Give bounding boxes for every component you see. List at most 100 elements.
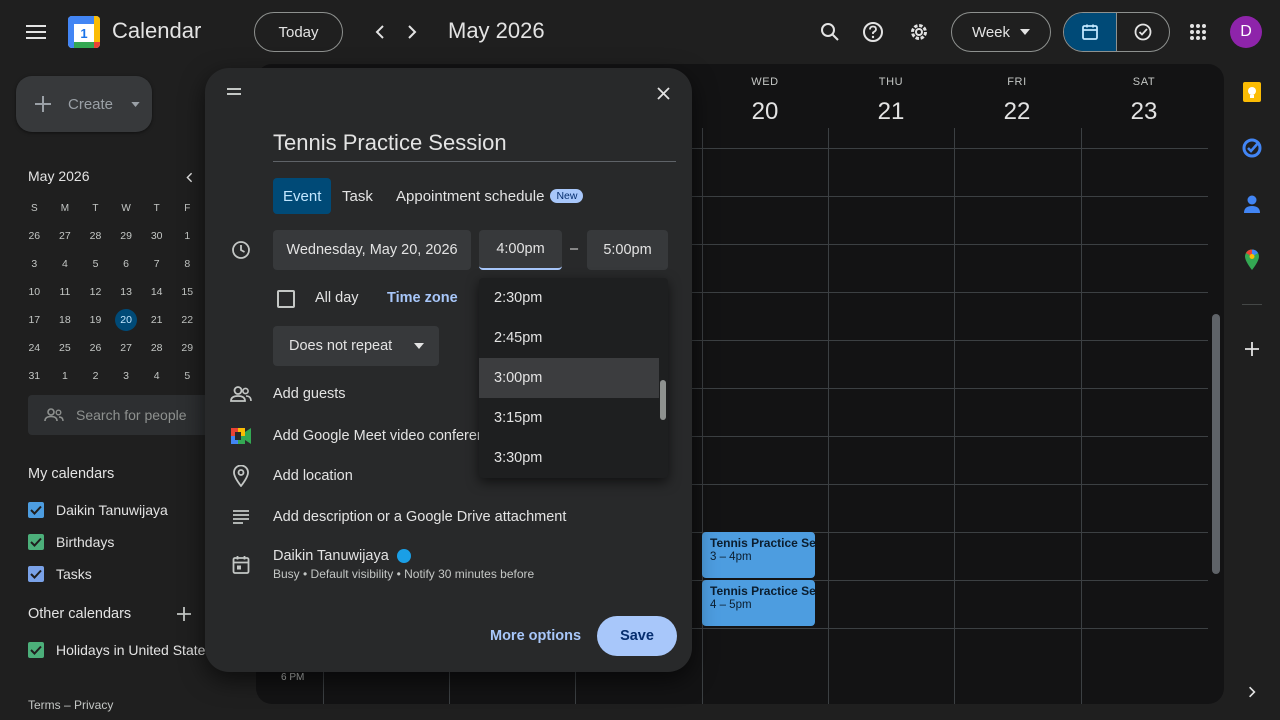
search-people-input[interactable]: Search for people <box>28 395 218 435</box>
mini-calendar-day[interactable]: 24 <box>19 334 50 362</box>
calendar-checkbox[interactable] <box>28 502 44 518</box>
calendar-list-item[interactable]: Birthdays <box>28 534 114 550</box>
tasks-view-toggle[interactable] <box>1116 13 1169 51</box>
mini-calendar-day[interactable]: 1 <box>172 222 203 250</box>
event-title-input[interactable]: Tennis Practice Session <box>273 130 676 162</box>
mini-calendar-day[interactable]: 29 <box>111 222 142 250</box>
mini-calendar-day[interactable]: 13 <box>111 278 142 306</box>
event-chip[interactable]: Tennis Practice Se 4 – 5pm <box>702 580 815 626</box>
day-column-header[interactable]: THU 21 <box>828 76 954 126</box>
calendar-checkbox[interactable] <box>28 534 44 550</box>
contacts-button[interactable] <box>1240 192 1264 216</box>
mini-calendar-day[interactable]: 7 <box>141 250 172 278</box>
time-option[interactable]: 3:00pm <box>479 358 659 398</box>
more-options-button[interactable]: More options <box>490 628 581 644</box>
mini-calendar-day[interactable]: 4 <box>141 362 172 390</box>
mini-calendar-day[interactable]: 14 <box>141 278 172 306</box>
mini-calendar-day[interactable]: 1 <box>50 362 81 390</box>
calendar-owner-selector[interactable]: Daikin Tanuwijaya Busy • Default visibil… <box>273 548 534 581</box>
add-location-button[interactable]: Add location <box>273 468 353 484</box>
google-apps-button[interactable] <box>1182 16 1214 48</box>
mini-calendar-day[interactable]: 3 <box>19 250 50 278</box>
tab-task[interactable]: Task <box>332 178 383 214</box>
day-column-header[interactable]: FRI 22 <box>954 76 1080 126</box>
search-button[interactable] <box>814 16 846 48</box>
expand-side-panel-button[interactable] <box>1240 680 1264 704</box>
calendar-checkbox[interactable] <box>28 642 44 658</box>
mini-calendar-day[interactable]: 10 <box>19 278 50 306</box>
week-scrollbar[interactable] <box>1212 314 1220 574</box>
calendar-list-item[interactable]: Tasks <box>28 566 92 582</box>
terms-privacy-links[interactable]: Terms – Privacy <box>28 698 113 712</box>
event-date-field[interactable]: Wednesday, May 20, 2026 <box>273 230 471 270</box>
add-google-meet-button[interactable]: Add Google Meet video conferencing <box>273 428 479 444</box>
add-other-calendar-button[interactable] <box>172 602 196 626</box>
start-time-dropdown[interactable]: 2:30pm 2:45pm 3:00pm 3:15pm 3:30pm <box>479 278 668 478</box>
day-column-header[interactable]: WED 20 <box>702 76 828 126</box>
calendar-list-item[interactable]: Holidays in United States <box>28 642 212 658</box>
view-selector[interactable]: Week <box>951 12 1051 52</box>
tab-event[interactable]: Event <box>273 178 332 214</box>
mini-calendar-day[interactable]: 6 <box>111 250 142 278</box>
mini-calendar-day[interactable]: 28 <box>141 334 172 362</box>
my-calendars-heading[interactable]: My calendars <box>28 466 114 482</box>
tasks-button[interactable] <box>1240 136 1264 160</box>
mini-calendar-day[interactable]: 5 <box>80 250 111 278</box>
mini-calendar-day[interactable]: 2 <box>80 362 111 390</box>
main-menu-button[interactable] <box>16 12 56 52</box>
time-option[interactable]: 2:45pm <box>479 318 659 358</box>
maps-button[interactable] <box>1240 248 1264 272</box>
calendar-tasks-toggle[interactable] <box>1063 12 1170 52</box>
mini-calendar-day[interactable]: 15 <box>172 278 203 306</box>
mini-calendar-day[interactable]: 29 <box>172 334 203 362</box>
mini-calendar-day[interactable]: 5 <box>172 362 203 390</box>
get-addons-button[interactable] <box>1240 337 1264 361</box>
mini-calendar-day[interactable]: 27 <box>50 222 81 250</box>
help-button[interactable] <box>857 16 889 48</box>
save-button[interactable]: Save <box>597 616 677 656</box>
mini-calendar-day[interactable]: 20 <box>115 309 138 331</box>
previous-week-button[interactable] <box>364 16 396 48</box>
mini-calendar-day[interactable]: 26 <box>80 334 111 362</box>
event-chip[interactable]: Tennis Practice Se 3 – 4pm <box>702 532 815 578</box>
start-time-field[interactable]: 4:00pm <box>479 230 562 270</box>
mini-calendar-day[interactable]: 27 <box>111 334 142 362</box>
mini-calendar-day[interactable]: 19 <box>80 306 111 334</box>
dropdown-scrollbar[interactable] <box>660 380 666 420</box>
mini-calendar-day[interactable]: 4 <box>50 250 81 278</box>
time-zone-button[interactable]: Time zone <box>387 290 458 306</box>
mini-calendar-day[interactable]: 25 <box>50 334 81 362</box>
mini-calendar-day[interactable]: 11 <box>50 278 81 306</box>
mini-calendar-day[interactable]: 26 <box>19 222 50 250</box>
mini-calendar-day[interactable]: 3 <box>111 362 142 390</box>
today-button[interactable]: Today <box>254 12 343 52</box>
time-option[interactable]: 3:30pm <box>479 438 659 478</box>
add-guests-button[interactable]: Add guests <box>273 386 346 402</box>
mini-calendar-day[interactable]: 28 <box>80 222 111 250</box>
time-option[interactable]: 2:30pm <box>479 278 659 318</box>
add-description-button[interactable]: Add description or a Google Drive attach… <box>273 509 566 525</box>
calendar-view-toggle[interactable] <box>1064 13 1116 51</box>
tab-appointment-schedule[interactable]: Appointment schedule New <box>386 178 593 214</box>
mini-calendar-day[interactable]: 8 <box>172 250 203 278</box>
drag-handle[interactable] <box>227 88 241 96</box>
mini-calendar-day[interactable]: 31 <box>19 362 50 390</box>
all-day-checkbox[interactable] <box>277 290 295 308</box>
mini-calendar-day[interactable]: 22 <box>172 306 203 334</box>
other-calendars-heading[interactable]: Other calendars <box>28 606 131 622</box>
repeat-dropdown[interactable]: Does not repeat <box>273 326 439 366</box>
calendar-checkbox[interactable] <box>28 566 44 582</box>
mini-calendar-day[interactable]: 18 <box>50 306 81 334</box>
keep-button[interactable] <box>1240 80 1264 104</box>
close-dialog-button[interactable] <box>649 79 677 107</box>
day-column-header[interactable]: SAT 23 <box>1081 76 1207 126</box>
mini-calendar-day[interactable]: 17 <box>19 306 50 334</box>
end-time-field[interactable]: 5:00pm <box>587 230 668 270</box>
time-option[interactable]: 3:15pm <box>479 398 659 438</box>
mini-calendar-day[interactable]: 30 <box>141 222 172 250</box>
mini-calendar-day[interactable]: 21 <box>141 306 172 334</box>
create-button[interactable]: Create <box>16 76 152 132</box>
next-week-button[interactable] <box>396 16 428 48</box>
calendar-list-item[interactable]: Daikin Tanuwijaya <box>28 502 168 518</box>
account-avatar[interactable]: D <box>1230 16 1262 48</box>
